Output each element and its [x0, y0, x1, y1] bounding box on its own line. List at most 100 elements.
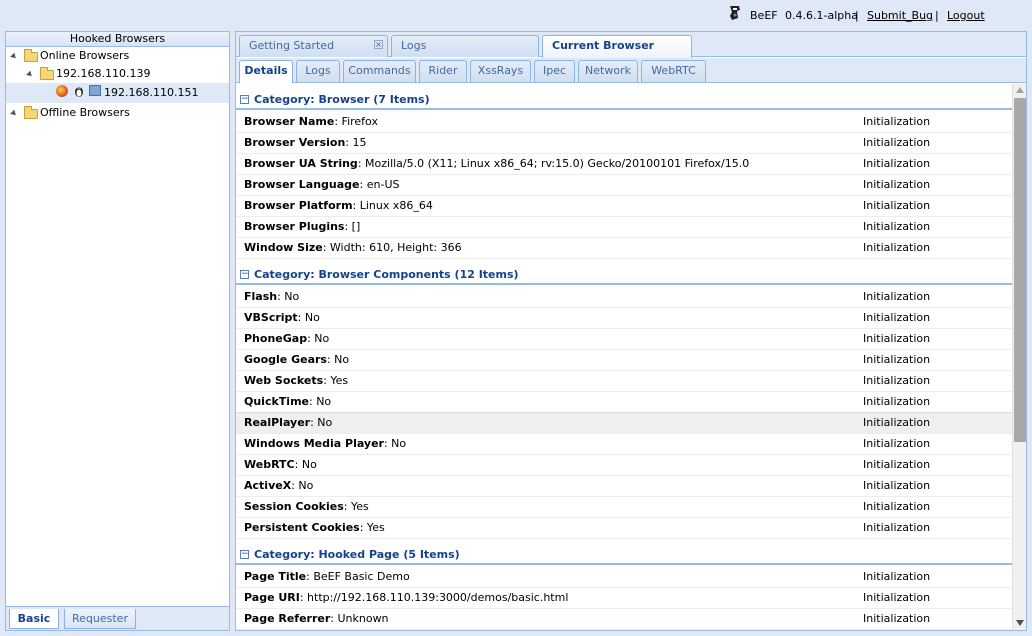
- row-key: Page Title: [244, 570, 307, 583]
- firefox-icon: [56, 85, 68, 97]
- row-value: : No: [294, 458, 317, 471]
- main-panel: Getting Started × Logs Current Browser D…: [235, 31, 1027, 631]
- table-row[interactable]: Browser UA String: Mozilla/5.0 (X11; Lin…: [236, 154, 1012, 175]
- tree-node-subnet[interactable]: 192.168.110.139: [6, 65, 229, 83]
- row-key: Session Cookies: [244, 500, 344, 513]
- linux-icon: [75, 87, 83, 97]
- table-row[interactable]: ActiveX: No Initialization: [236, 476, 1012, 497]
- subtab-rider[interactable]: Rider: [419, 60, 467, 82]
- subtab-webrtc[interactable]: WebRTC: [641, 60, 706, 82]
- row-source: Initialization: [863, 290, 931, 303]
- table-row[interactable]: Browser Platform: Linux x86_64 Initializa…: [236, 196, 1012, 217]
- row-value: : No: [291, 479, 314, 492]
- folder-open-icon: [24, 49, 38, 62]
- panel-title: Hooked Browsers: [6, 32, 229, 47]
- submit-bug-link[interactable]: Submit_Bug: [867, 9, 933, 22]
- beef-logo-icon: [730, 6, 740, 20]
- scroll-up-icon[interactable]: [1016, 87, 1024, 93]
- category-header[interactable]: − Category: Hooked Page (5 Items): [236, 543, 1012, 565]
- collapse-icon[interactable]: −: [240, 270, 249, 279]
- subtab-ipec[interactable]: Ipec: [534, 60, 575, 82]
- row-value: : No: [310, 416, 333, 429]
- table-row[interactable]: Browser Name: Firefox Initialization: [236, 112, 1012, 133]
- subtab-commands[interactable]: Commands: [343, 60, 416, 82]
- logout-link[interactable]: Logout: [947, 9, 985, 22]
- row-key: Page URI: [244, 591, 300, 604]
- table-row[interactable]: Page URI: http://192.168.110.139:3000/de…: [236, 588, 1012, 609]
- scroll-down-icon[interactable]: [1016, 620, 1024, 626]
- subtab-xssrays[interactable]: XssRays: [470, 60, 531, 82]
- row-key: VBScript: [244, 311, 298, 324]
- tree-label: Online Browsers: [40, 49, 130, 62]
- row-source: Initialization: [863, 612, 931, 625]
- row-source: Initialization: [863, 220, 931, 233]
- computer-icon: [89, 85, 101, 96]
- row-value: : No: [309, 395, 332, 408]
- row-value: : Unknown: [330, 612, 389, 625]
- expand-arrow-icon[interactable]: [26, 70, 34, 79]
- table-row[interactable]: Windows Media Player: No Initialization: [236, 434, 1012, 455]
- row-value: : Linux x86_64: [352, 199, 433, 212]
- tab-logs[interactable]: Logs: [391, 35, 539, 57]
- row-value: : No: [297, 311, 320, 324]
- subtab-details[interactable]: Details: [239, 60, 293, 83]
- table-row[interactable]: PhoneGap: No Initialization: [236, 329, 1012, 350]
- row-key: Browser Language: [244, 178, 360, 191]
- row-value: : []: [344, 220, 361, 233]
- table-row[interactable]: Browser Version: 15 Initialization: [236, 133, 1012, 154]
- row-source: Initialization: [863, 479, 931, 492]
- row-source: Initialization: [863, 437, 931, 450]
- category-header[interactable]: − Category: Browser (7 Items): [236, 88, 1012, 110]
- category-header[interactable]: − Category: Browser Components (12 Items…: [236, 263, 1012, 285]
- tab-requester[interactable]: Requester: [64, 609, 136, 629]
- row-value: : Firefox: [334, 115, 378, 128]
- table-row[interactable]: Google Gears: No Initialization: [236, 350, 1012, 371]
- separator: |: [935, 9, 939, 22]
- table-row[interactable]: Browser Language: en-US Initialization: [236, 175, 1012, 196]
- subtab-network[interactable]: Network: [578, 60, 638, 82]
- collapse-icon[interactable]: −: [240, 550, 249, 559]
- tab-basic[interactable]: Basic: [9, 609, 59, 629]
- table-row[interactable]: Browser Plugins: [] Initialization: [236, 217, 1012, 238]
- row-key: Flash: [244, 290, 278, 303]
- table-row[interactable]: Window Size: Width: 610, Height: 366 Init…: [236, 238, 1012, 259]
- left-panel-tabs: Basic Requester: [6, 606, 229, 630]
- table-row[interactable]: WebRTC: No Initialization: [236, 455, 1012, 476]
- row-value: : Mozilla/5.0 (X11; Linux x86_64; rv:15.…: [357, 157, 750, 170]
- table-row[interactable]: QuickTime: No Initialization: [236, 392, 1012, 413]
- vertical-scrollbar[interactable]: [1012, 84, 1026, 630]
- expand-arrow-icon[interactable]: [10, 109, 18, 118]
- expand-arrow-icon[interactable]: [10, 52, 18, 61]
- row-value: : Yes: [323, 374, 349, 387]
- browser-subtabstrip: Details Logs Commands Rider XssRays Ipec…: [236, 58, 1026, 83]
- collapse-icon[interactable]: −: [240, 95, 249, 104]
- row-source: Initialization: [863, 157, 931, 170]
- close-icon[interactable]: ×: [374, 40, 383, 49]
- row-source: Initialization: [863, 374, 931, 387]
- table-row[interactable]: Web Sockets: Yes Initialization: [236, 371, 1012, 392]
- row-value: : No: [383, 437, 407, 450]
- row-value: : http://192.168.110.139:3000/demos/basi…: [299, 591, 569, 604]
- scroll-thumb[interactable]: [1014, 98, 1026, 442]
- row-key: RealPlayer: [244, 416, 311, 429]
- folder-open-icon: [24, 106, 38, 119]
- row-key: Browser Platform: [244, 199, 353, 212]
- subtab-logs[interactable]: Logs: [296, 60, 340, 82]
- tab-current-browser[interactable]: Current Browser: [542, 35, 692, 58]
- table-row[interactable]: Flash: No Initialization: [236, 287, 1012, 308]
- row-key: Browser Name: [244, 115, 335, 128]
- row-value: : No: [277, 290, 300, 303]
- tab-label: Getting Started: [249, 39, 335, 52]
- table-row[interactable]: Session Cookies: Yes Initialization: [236, 497, 1012, 518]
- tree-node-hooked-browser[interactable]: 192.168.110.151: [6, 83, 229, 103]
- row-source: Initialization: [863, 521, 931, 534]
- tab-getting-started[interactable]: Getting Started ×: [239, 35, 388, 57]
- table-row[interactable]: Page Title: BeEF Basic Demo Initializatio…: [236, 567, 1012, 588]
- tree-node-online-browsers[interactable]: Online Browsers: [6, 47, 229, 65]
- table-row[interactable]: Persistent Cookies: Yes Initialization: [236, 518, 1012, 539]
- table-row[interactable]: Page Referrer: Unknown Initialization: [236, 609, 1012, 630]
- tree-node-offline-browsers[interactable]: Offline Browsers: [6, 104, 229, 122]
- row-source: Initialization: [863, 458, 931, 471]
- table-row[interactable]: RealPlayer: No Initialization: [236, 412, 1012, 434]
- table-row[interactable]: VBScript: No Initialization: [236, 308, 1012, 329]
